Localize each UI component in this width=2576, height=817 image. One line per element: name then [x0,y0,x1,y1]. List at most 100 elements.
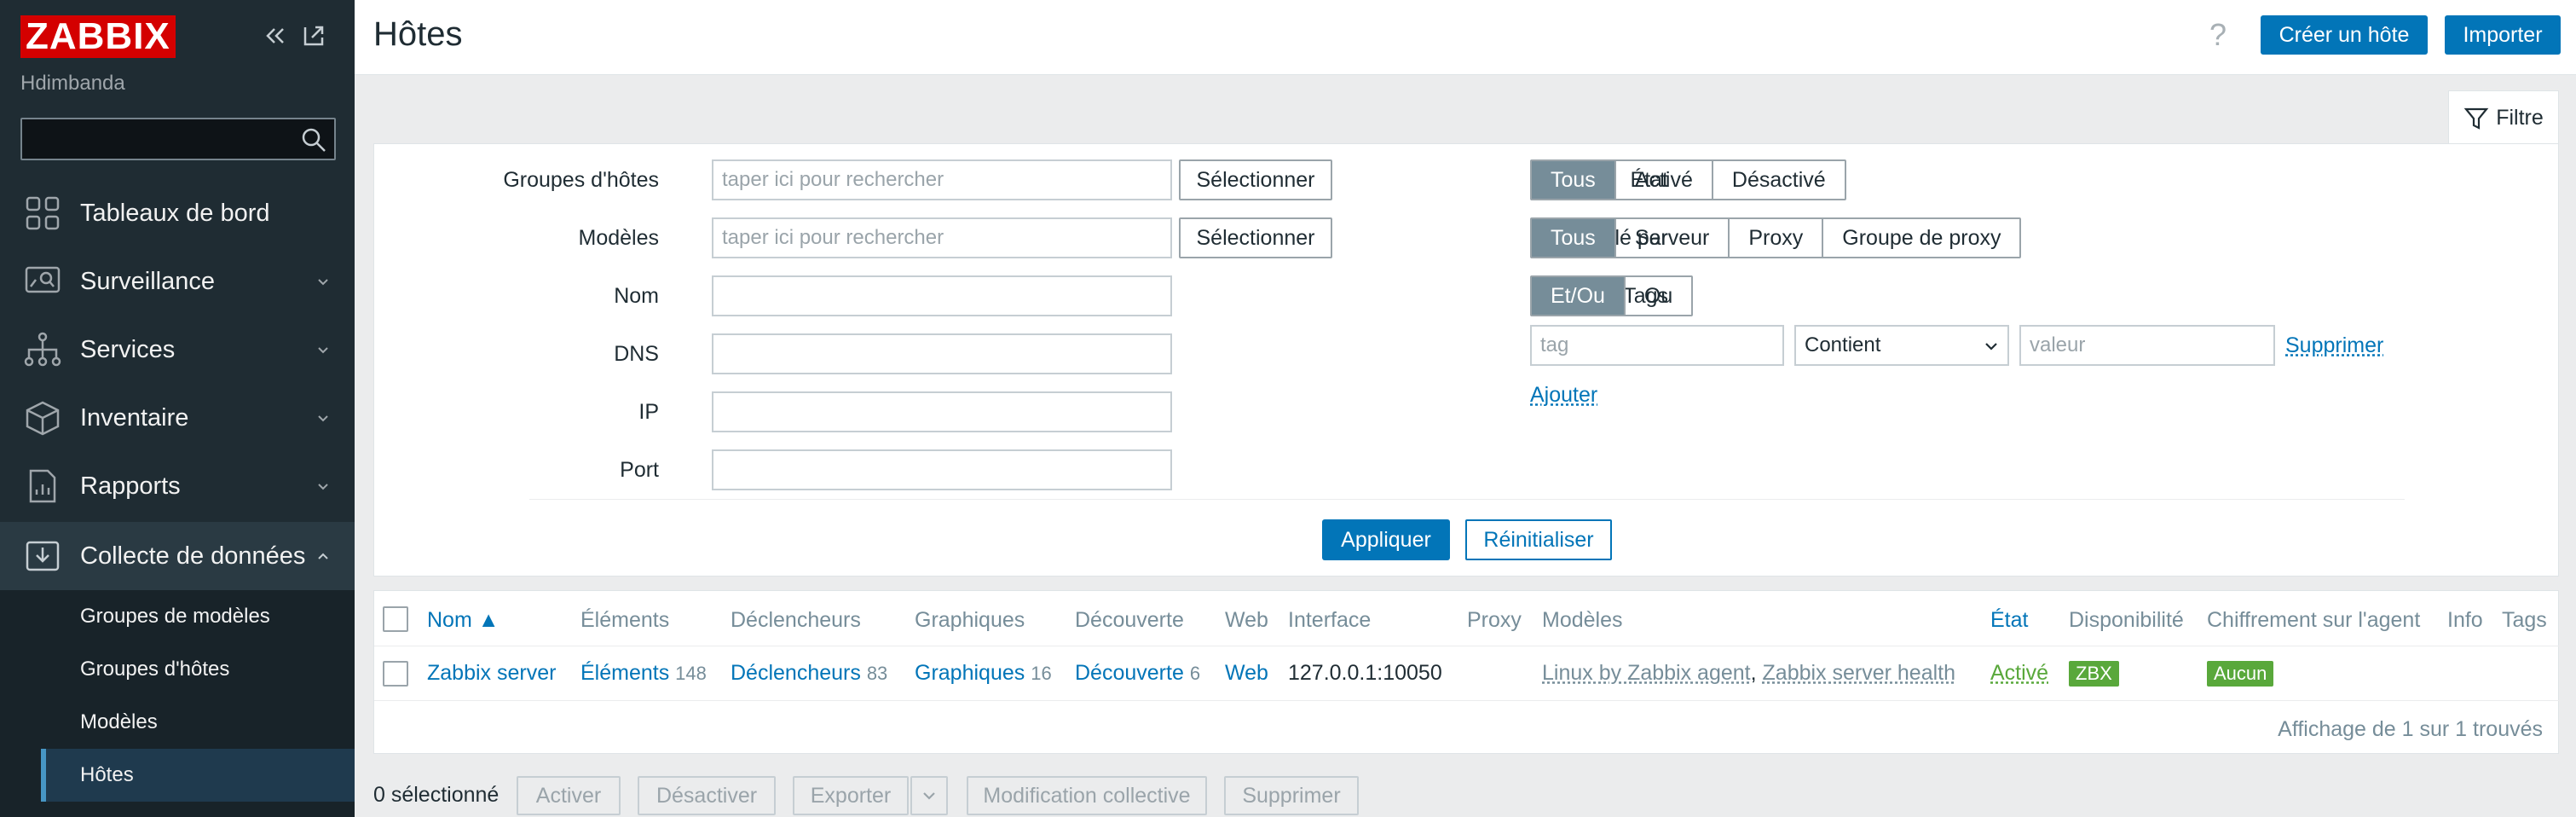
hide-sidebar-icon[interactable] [300,22,327,49]
column-interface: Interface [1288,608,1372,632]
search-icon[interactable] [300,126,327,154]
nav-dashboards[interactable]: Tableaux de bord [0,179,355,247]
nav-label: Tableaux de bord [80,199,270,227]
submenu-hosts[interactable]: Hôtes [41,749,355,802]
filter-divider [529,499,2405,500]
data-collection-submenu: Groupes de modèles Groupes d'hôtes Modèl… [0,590,355,817]
host-name-link[interactable]: Zabbix server [427,661,556,685]
monitored-proxy-group-option[interactable]: Groupe de proxy [1822,219,2019,257]
template-link[interactable]: Linux by Zabbix agent [1542,661,1751,685]
chevron-down-icon [923,792,935,800]
status-disabled-option[interactable]: Désactivé [1711,161,1845,199]
services-icon [24,332,61,367]
remove-tag-link[interactable]: Supprimer [2285,333,2383,358]
status-link[interactable]: Activé [1990,661,2048,685]
column-triggers: Déclencheurs [731,608,861,632]
items-count: 148 [675,663,707,684]
add-tag-link[interactable]: Ajouter [1530,383,1597,408]
column-graphs: Graphiques [915,608,1025,632]
dns-input[interactable] [712,333,1172,374]
submenu-host-groups[interactable]: Groupes d'hôtes [41,643,355,696]
filter-panel: Groupes d'hôtes taper ici pour recherche… [373,143,2559,577]
row-checkbox[interactable] [383,661,408,687]
row-divider [374,700,2560,701]
monitored-proxy-option[interactable]: Proxy [1728,219,1822,257]
reset-button[interactable]: Réinitialiser [1465,519,1612,560]
filter-tab[interactable]: Filtre [2448,90,2559,145]
enable-button[interactable]: Activer [517,776,621,815]
nav-reports[interactable]: Rapports [0,452,355,520]
graphs-count: 16 [1031,663,1052,684]
delete-button[interactable]: Supprimer [1224,776,1359,815]
selected-count: 0 sélectionné [373,783,500,807]
column-status[interactable]: État [1990,608,2028,633]
column-tags: Tags [2502,608,2547,632]
nav-label: Collecte de données [80,542,306,570]
nav-services[interactable]: Services [0,316,355,384]
monitoring-icon [25,266,61,293]
create-host-button[interactable]: Créer un hôte [2261,15,2428,55]
help-icon[interactable]: ? [2209,17,2227,53]
host-groups-input[interactable]: taper ici pour rechercher [712,159,1172,200]
port-label: Port [620,458,659,482]
disable-button[interactable]: Désactiver [638,776,776,815]
monitored-server-option[interactable]: Serveur [1614,219,1729,257]
data-collection-icon [26,541,60,571]
tag-value-input[interactable]: valeur [2019,325,2275,366]
host-groups-label: Groupes d'hôtes [503,168,659,192]
sidebar-search-input[interactable] [20,118,336,160]
page-title: Hôtes [373,15,463,53]
dashboard-icon [26,196,60,230]
port-input[interactable] [712,449,1172,490]
web-link[interactable]: Web [1225,661,1268,685]
discovery-count: 6 [1189,663,1201,684]
import-button[interactable]: Importer [2445,15,2561,55]
tags-and-or-option[interactable]: Et/Ou [1532,277,1624,315]
nav-data-collection[interactable]: Collecte de données [0,522,355,590]
chevron-down-icon [318,279,328,286]
collapse-sidebar-icon[interactable] [261,22,288,49]
status-enabled-option[interactable]: Activé [1614,161,1712,199]
apply-button[interactable]: Appliquer [1322,519,1450,560]
chevron-up-icon [318,553,328,559]
tag-operator-select[interactable]: Contient [1794,325,2009,366]
chevron-down-icon [318,415,328,422]
graphs-link[interactable]: Graphiques [915,661,1025,685]
name-input[interactable] [712,275,1172,316]
inventory-icon [26,401,60,436]
triggers-link[interactable]: Déclencheurs [731,661,861,685]
host-groups-select-button[interactable]: Sélectionner [1179,159,1332,200]
sidebar: ZABBIX Hdimbanda Tableaux de bord Survei… [0,0,355,817]
select-all-checkbox[interactable] [383,606,408,632]
export-dropdown-button[interactable] [910,776,948,815]
triggers-count: 83 [866,663,888,684]
encryption-badge: Aucun [2207,661,2274,687]
mass-update-button[interactable]: Modification collective [967,776,1207,815]
status-segmented: Tous Activé Désactivé [1530,159,1846,200]
submenu-templates[interactable]: Modèles [41,696,355,749]
column-name[interactable]: Nom ▲ [427,608,499,633]
nav-label: Inventaire [80,403,189,432]
template-link[interactable]: Zabbix server health [1763,661,1956,685]
ip-label: IP [638,400,659,424]
items-link[interactable]: Éléments [580,661,669,685]
tags-or-option[interactable]: Ou [1623,277,1691,315]
zabbix-logo[interactable]: ZABBIX [20,15,176,58]
column-proxy: Proxy [1467,608,1522,632]
ip-input[interactable] [712,391,1172,432]
nav-inventory[interactable]: Inventaire [0,384,355,452]
export-button[interactable]: Exporter [793,776,909,815]
nav-monitoring[interactable]: Surveillance [0,247,355,316]
templates-select-button[interactable]: Sélectionner [1179,217,1332,258]
chevron-down-icon [318,484,328,490]
nav-label: Services [80,335,176,363]
monitored-all-option[interactable]: Tous [1532,219,1614,257]
tag-name-input[interactable]: tag [1530,325,1784,366]
status-all-option[interactable]: Tous [1532,161,1614,199]
templates-label: Modèles [578,226,660,250]
submenu-template-groups[interactable]: Groupes de modèles [41,590,355,643]
tag-operator-value: Contient [1805,333,1881,356]
monitored-by-segmented: Tous Serveur Proxy Groupe de proxy [1530,217,2022,258]
discovery-link[interactable]: Découverte [1075,661,1184,685]
templates-input[interactable]: taper ici pour rechercher [712,217,1172,258]
